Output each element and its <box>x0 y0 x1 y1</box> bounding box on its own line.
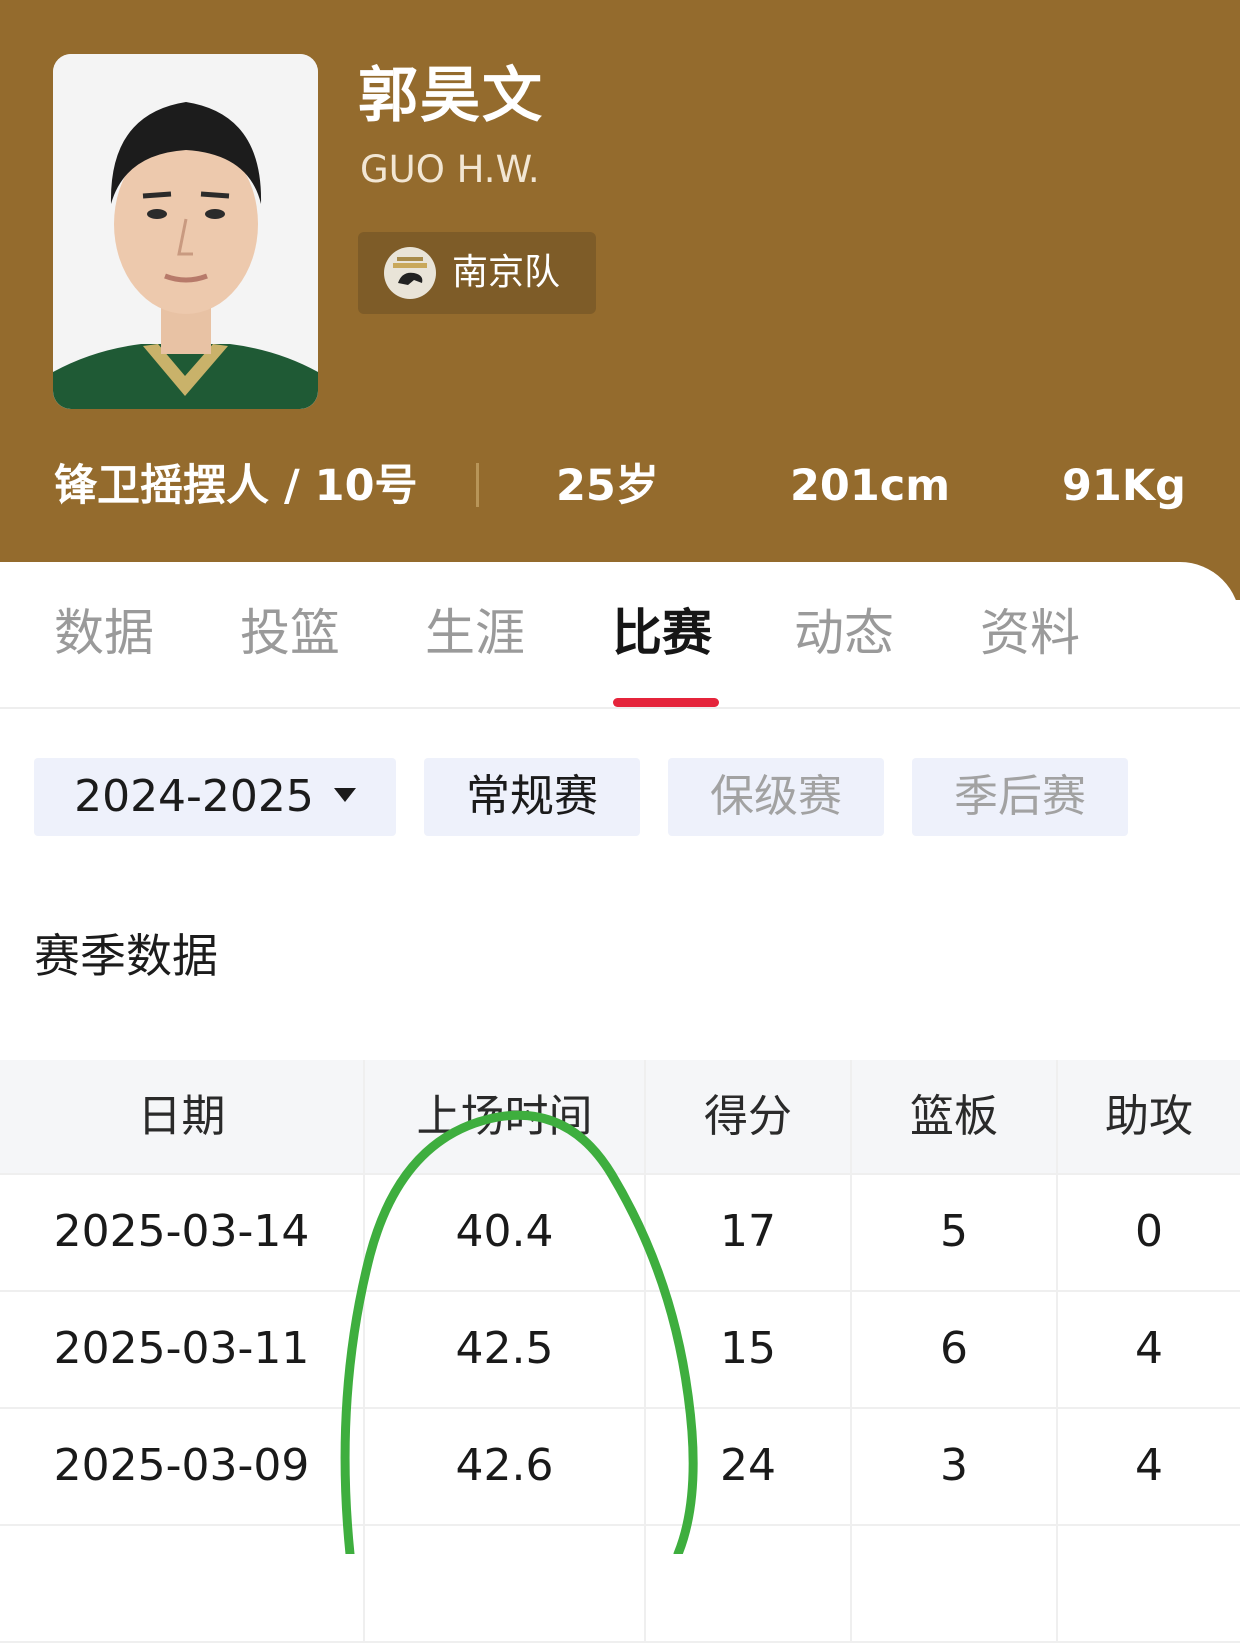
cell-date: 2025-03-14 <box>0 1175 365 1290</box>
caret-down-icon <box>333 788 356 802</box>
tab-divider <box>0 707 1240 709</box>
cell-assists <box>1058 1526 1240 1641</box>
filter-regular-season[interactable]: 常规赛 <box>424 758 640 836</box>
tab-shooting[interactable]: 投篮 <box>240 598 340 668</box>
cell-points: 17 <box>646 1175 852 1290</box>
active-tab-indicator <box>613 698 719 707</box>
player-photo <box>53 54 318 409</box>
position-number: 锋卫摇摆人 / 10号 <box>54 461 418 511</box>
table-header-row: 日期 上场时间 得分 篮板 助攻 <box>0 1060 1240 1175</box>
table-row[interactable]: 2025-03-09 42.6 24 3 4 <box>0 1409 1240 1526</box>
cell-minutes <box>365 1526 646 1641</box>
tab-profile[interactable]: 资料 <box>980 598 1080 668</box>
cell-points: 15 <box>646 1292 852 1407</box>
cell-assists: 4 <box>1135 1323 1163 1374</box>
section-title: 赛季数据 <box>34 929 218 983</box>
cell-assists: 4 <box>1135 1440 1163 1491</box>
team-badge[interactable]: 南京队 <box>358 232 596 314</box>
table-row[interactable] <box>0 1526 1240 1643</box>
column-header-assists[interactable]: 助攻 <box>1058 1060 1240 1173</box>
cell-assists: 0 <box>1135 1206 1163 1257</box>
cell-points: 24 <box>646 1409 852 1524</box>
filter-relegation[interactable]: 保级赛 <box>668 758 884 836</box>
bio-divider <box>476 463 479 507</box>
column-header-minutes[interactable]: 上场时间 <box>365 1060 646 1173</box>
season-dropdown[interactable]: 2024-2025 <box>34 758 396 836</box>
player-weight: 91Kg <box>1062 461 1186 511</box>
content-sheet: 数据 投篮 生涯 比赛 动态 资料 2024-2025 常规赛 保级赛 季后赛 … <box>0 562 1240 1643</box>
team-logo-icon <box>384 247 436 299</box>
column-header-rebounds[interactable]: 篮板 <box>852 1060 1058 1173</box>
player-age: 25岁 <box>556 461 659 511</box>
cell-rebounds: 5 <box>852 1175 1058 1290</box>
player-header: 郭昊文 GUO H.W. 南京队 锋卫摇摆人 / 10号 25岁 201cm 9… <box>0 0 1240 600</box>
column-header-points[interactable]: 得分 <box>646 1060 852 1173</box>
cell-rebounds <box>852 1526 1058 1641</box>
filter-playoffs[interactable]: 季后赛 <box>912 758 1128 836</box>
table-row[interactable]: 2025-03-14 40.4 17 5 0 <box>0 1175 1240 1292</box>
cell-date: 2025-03-11 <box>0 1292 365 1407</box>
cell-date: 2025-03-09 <box>0 1409 365 1524</box>
cell-minutes: 42.5 <box>365 1292 646 1407</box>
table-row[interactable]: 2025-03-11 42.5 15 6 4 <box>0 1292 1240 1409</box>
tab-data[interactable]: 数据 <box>54 598 154 668</box>
tab-career[interactable]: 生涯 <box>425 598 525 668</box>
player-name-cn: 郭昊文 <box>358 61 544 131</box>
cell-date <box>0 1526 365 1641</box>
column-header-date[interactable]: 日期 <box>0 1060 365 1173</box>
team-name: 南京队 <box>452 252 561 293</box>
cell-points <box>646 1526 852 1641</box>
player-height: 201cm <box>790 461 951 511</box>
tab-games[interactable]: 比赛 <box>612 598 712 668</box>
season-dropdown-label: 2024-2025 <box>74 771 314 822</box>
cell-minutes: 40.4 <box>365 1175 646 1290</box>
cell-rebounds: 3 <box>852 1409 1058 1524</box>
tab-news[interactable]: 动态 <box>794 598 894 668</box>
cell-rebounds: 6 <box>852 1292 1058 1407</box>
player-name-en: GUO H.W. <box>360 148 540 191</box>
stats-table: 日期 上场时间 得分 篮板 助攻 2025-03-14 40.4 17 5 0 … <box>0 1060 1240 1643</box>
cell-minutes: 42.6 <box>365 1409 646 1524</box>
